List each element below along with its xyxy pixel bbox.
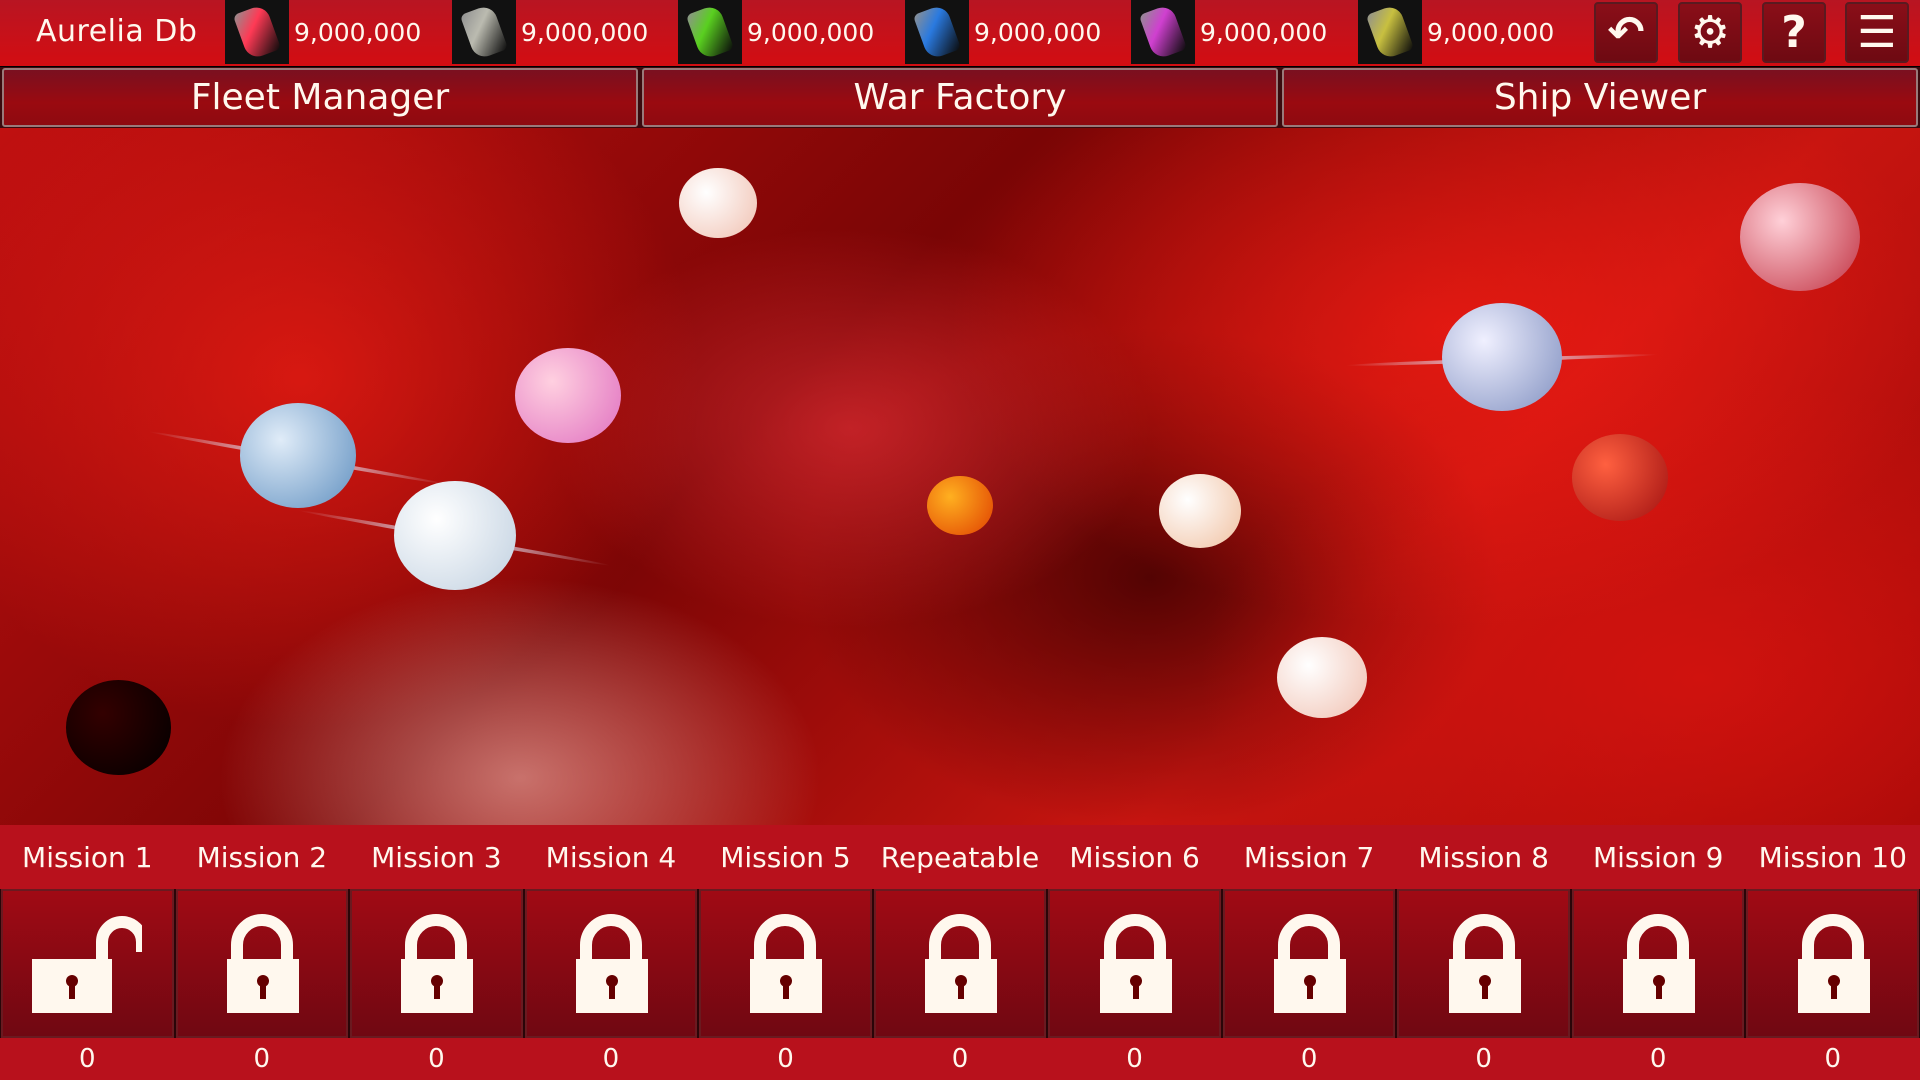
mission-tile[interactable] bbox=[1048, 889, 1221, 1038]
mission-tile[interactable] bbox=[1222, 889, 1396, 1038]
planet-7[interactable] bbox=[1159, 473, 1241, 548]
resource-value: 9,000,000 bbox=[294, 17, 422, 47]
main-tabs: Fleet Manager War Factory Ship Viewer bbox=[0, 67, 1920, 128]
settings-icon: ⚙ bbox=[1690, 7, 1730, 58]
back-icon: ↶ bbox=[1607, 7, 1645, 58]
mission-count: 0 bbox=[1300, 1044, 1318, 1074]
mission-tiles bbox=[0, 889, 1920, 1038]
resource-value: 9,000,000 bbox=[521, 17, 649, 47]
tab-ship-viewer[interactable]: Ship Viewer bbox=[1282, 68, 1918, 127]
resource-6: 9,000,000 bbox=[1358, 0, 1554, 64]
tab-fleet-manager[interactable]: Fleet Manager bbox=[2, 68, 638, 127]
lock-icon bbox=[381, 907, 491, 1021]
mission-count: 0 bbox=[79, 1044, 96, 1074]
lock-icon bbox=[1603, 907, 1713, 1021]
mission-count: 0 bbox=[1126, 1044, 1143, 1074]
resource-5: 9,000,000 bbox=[1131, 0, 1327, 64]
mission-count: 0 bbox=[1824, 1044, 1842, 1074]
lock-icon bbox=[1429, 907, 1539, 1021]
planet-2[interactable] bbox=[515, 347, 621, 444]
lock-icon bbox=[207, 907, 317, 1021]
galaxy-map bbox=[0, 128, 1920, 825]
mission-labels: Mission 1 Mission 2 Mission 3 Mission 4 Miss… bbox=[0, 825, 1920, 889]
blue-crystal-icon bbox=[905, 0, 969, 64]
mission-label: Mission 1 bbox=[22, 840, 153, 874]
lock-icon bbox=[1778, 907, 1888, 1021]
mission-label: Mission 8 bbox=[1418, 840, 1549, 874]
lock-icon bbox=[1254, 907, 1364, 1021]
mission-tile[interactable] bbox=[175, 889, 349, 1038]
resource-value: 9,000,000 bbox=[974, 17, 1102, 47]
mission-tile[interactable] bbox=[1571, 889, 1745, 1038]
mission-count: 0 bbox=[428, 1044, 445, 1074]
mission-tile[interactable] bbox=[873, 889, 1047, 1038]
planet-6[interactable] bbox=[927, 476, 993, 536]
resource-value: 9,000,000 bbox=[1200, 17, 1328, 47]
lock-icon bbox=[556, 907, 666, 1021]
back-button[interactable]: ↶ bbox=[1594, 2, 1658, 63]
resource-1: 9,000,000 bbox=[225, 0, 421, 64]
menu-button[interactable]: ☰ bbox=[1845, 2, 1909, 63]
red-crystal-icon bbox=[225, 0, 289, 64]
planet-3[interactable] bbox=[240, 403, 356, 508]
mission-count: 0 bbox=[602, 1044, 620, 1074]
lock-icon bbox=[1080, 907, 1190, 1021]
purple-ore-icon bbox=[1131, 0, 1195, 64]
mission-tile[interactable] bbox=[699, 889, 872, 1038]
resource-2: 9,000,000 bbox=[452, 0, 648, 64]
settings-button[interactable]: ⚙ bbox=[1678, 2, 1742, 63]
planet-8[interactable] bbox=[1277, 637, 1367, 719]
mission-label: Mission 2 bbox=[196, 840, 328, 874]
mission-tile[interactable] bbox=[350, 889, 523, 1038]
lock-icon bbox=[905, 907, 1015, 1021]
resource-bar: Aurelia Db 9,000,000 9,000,000 9,000,000 9,… bbox=[0, 0, 1920, 66]
mission-count: 0 bbox=[951, 1044, 969, 1074]
green-crystal-icon bbox=[678, 0, 742, 64]
planet-10[interactable] bbox=[1572, 434, 1668, 521]
help-icon: ? bbox=[1781, 7, 1807, 58]
mission-tile[interactable] bbox=[524, 889, 698, 1038]
mission-count: 0 bbox=[253, 1044, 271, 1074]
menu-icon: ☰ bbox=[1857, 7, 1897, 58]
resource-value: 9,000,000 bbox=[1427, 17, 1555, 47]
planet-1[interactable] bbox=[679, 167, 757, 238]
player-name: Aurelia Db bbox=[36, 14, 198, 49]
unlock-icon bbox=[32, 907, 149, 1021]
mission-count: 0 bbox=[1475, 1044, 1492, 1074]
mission-label: Mission 7 bbox=[1243, 840, 1375, 874]
mission-tile[interactable] bbox=[1397, 889, 1570, 1038]
grey-ore-icon bbox=[452, 0, 516, 64]
tab-war-factory[interactable]: War Factory bbox=[642, 68, 1278, 127]
resource-3: 9,000,000 bbox=[678, 0, 874, 64]
lock-icon bbox=[730, 907, 840, 1021]
mission-label: Mission 10 bbox=[1758, 840, 1907, 874]
help-button[interactable]: ? bbox=[1762, 2, 1826, 63]
mission-label: Mission 4 bbox=[545, 840, 677, 874]
mission-label: Mission 5 bbox=[720, 840, 851, 874]
mission-count: 0 bbox=[1649, 1044, 1667, 1074]
resource-value: 9,000,000 bbox=[747, 17, 875, 47]
gold-bar-icon bbox=[1358, 0, 1422, 64]
mission-label: Mission 6 bbox=[1069, 840, 1200, 874]
mission-counts: 0 0 0 0 0 0 0 0 0 0 0 bbox=[0, 1038, 1920, 1080]
planet-4[interactable] bbox=[394, 480, 516, 591]
planet-11[interactable] bbox=[1740, 183, 1860, 292]
mission-count: 0 bbox=[777, 1044, 794, 1074]
mission-tile[interactable] bbox=[1746, 889, 1920, 1038]
planet-5[interactable] bbox=[65, 680, 171, 775]
mission-label: Repeatable bbox=[880, 840, 1040, 874]
planet-9[interactable] bbox=[1442, 303, 1562, 412]
mission-label: Mission 3 bbox=[371, 840, 502, 874]
mission-tile[interactable] bbox=[1, 889, 174, 1038]
resource-4: 9,000,000 bbox=[905, 0, 1101, 64]
mission-label: Mission 9 bbox=[1592, 840, 1724, 874]
